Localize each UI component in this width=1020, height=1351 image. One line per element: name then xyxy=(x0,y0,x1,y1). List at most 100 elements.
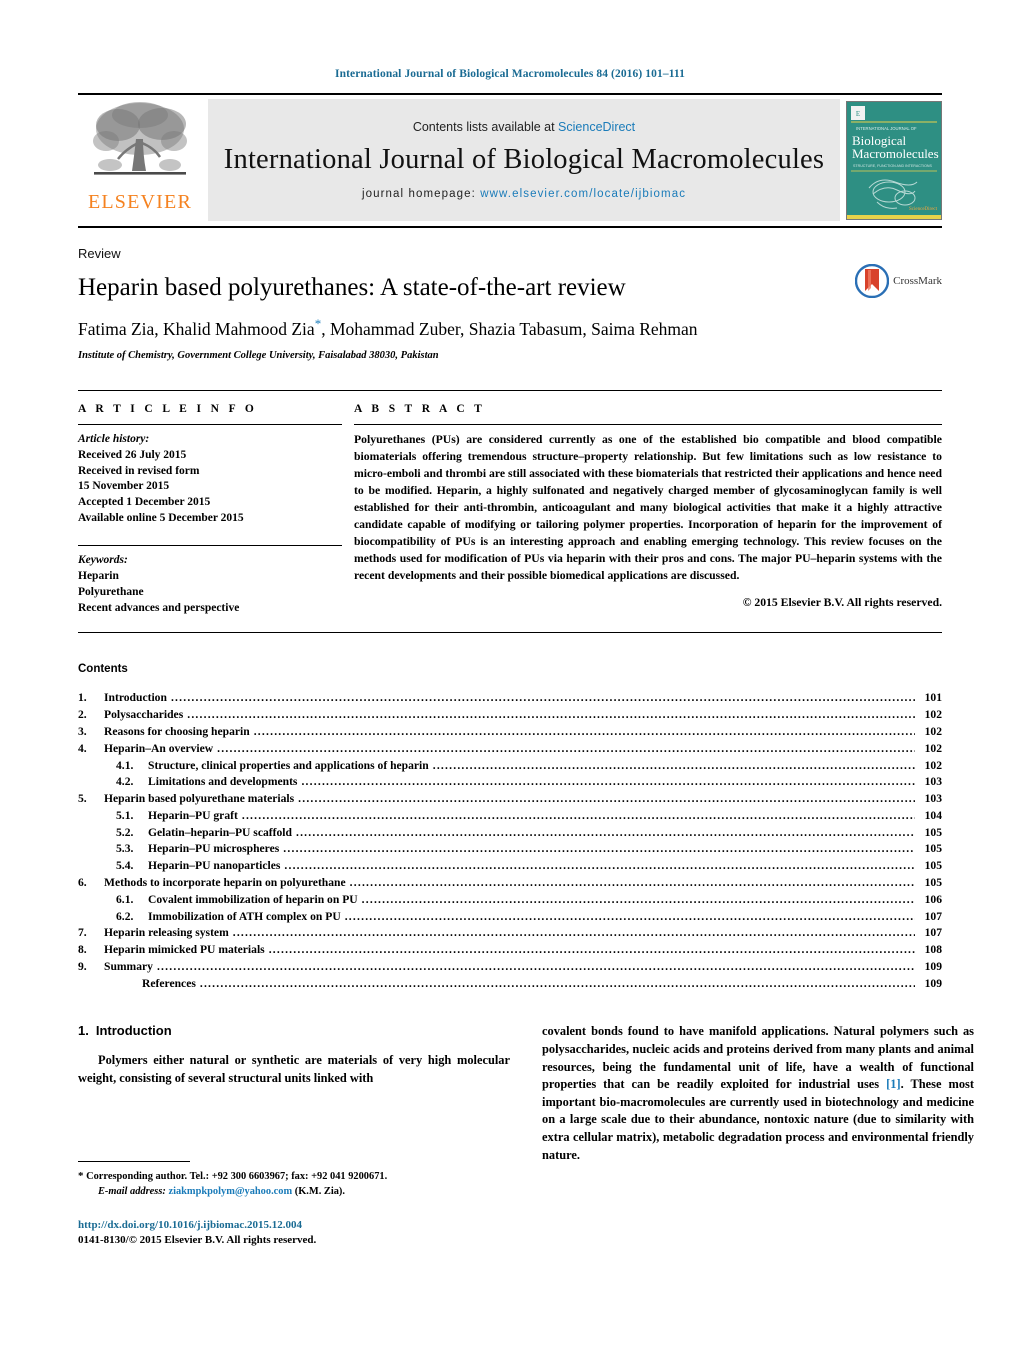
doi-block: http://dx.doi.org/10.1016/j.ijbiomac.201… xyxy=(78,1218,578,1249)
toc-entry-number: 4.1. xyxy=(116,758,134,772)
section-number: 1. xyxy=(78,1023,89,1039)
toc-leader-dots: ........................................… xyxy=(232,927,915,939)
toc-entry[interactable]: 3. Reasons for choosing heparin..........… xyxy=(78,726,942,738)
toc-leader-dots: ........................................… xyxy=(253,725,915,738)
toc-leader-dots: ........................................… xyxy=(349,877,915,889)
toc-entry-page: 105 xyxy=(924,825,942,839)
toc-entry-label: Methods to incorporate heparin on polyur… xyxy=(104,876,346,890)
keywords-block: Keywords: Heparin Polyurethane Recent ad… xyxy=(78,544,342,616)
toc-entry[interactable]: 9. Summary...............................… xyxy=(78,961,942,973)
keywords-label: Keywords: xyxy=(78,553,128,566)
keyword-item: Polyurethane xyxy=(78,585,144,598)
toc-entry[interactable]: 7. Heparin releasing system..............… xyxy=(78,927,942,939)
toc-entry[interactable]: 4. Heparin–An overview...................… xyxy=(78,743,942,755)
article-history-item: Available online 5 December 2015 xyxy=(78,512,244,525)
toc-leader-dots: ........................................… xyxy=(268,944,915,956)
toc-leader-dots: ........................................… xyxy=(156,960,915,973)
toc-entry[interactable]: 6. Methods to incorporate heparin on poly… xyxy=(78,877,942,889)
article-history-item: Accepted 1 December 2015 xyxy=(78,496,211,509)
email-address-label: E-mail address: xyxy=(98,1185,166,1197)
journal-masthead: ELSEVIER Contents lists available at Sci… xyxy=(78,93,942,228)
toc-entry[interactable]: 4.2. Limitations and developments........… xyxy=(78,776,942,788)
toc-entry[interactable]: 1. Introduction..........................… xyxy=(78,692,942,704)
toc-entry[interactable]: 2. Polysaccharides.......................… xyxy=(78,709,942,721)
keywords-rule xyxy=(78,544,342,546)
elsevier-wordmark: ELSEVIER xyxy=(87,191,193,213)
citation-link-1[interactable]: [1] xyxy=(886,1077,900,1091)
toc-leader-dots: ........................................… xyxy=(241,809,915,822)
toc-entry[interactable]: 5.3. Heparin–PU microspheres.............… xyxy=(78,843,942,855)
article-history-item: 15 November 2015 xyxy=(78,480,170,493)
body-column-right: covalent bonds found to have manifold ap… xyxy=(542,1023,974,1164)
author-list: Fatima Zia, Khalid Mahmood Zia*, Mohamma… xyxy=(78,316,942,340)
journal-cover-thumbnail: E INTERNATIONAL JOURNAL OF Biological Ma… xyxy=(846,101,942,220)
toc-entry-number: 5.3. xyxy=(116,842,134,856)
toc-entry[interactable]: 4.1. Structure, clinical properties and a… xyxy=(78,758,942,772)
toc-entry-label: Summary xyxy=(104,959,153,973)
toc-entry-page: 102 xyxy=(924,724,942,738)
toc-entry[interactable]: 6.1. Covalent immobilization of heparin o… xyxy=(78,894,942,906)
authors-primary: Fatima Zia, Khalid Mahmood Zia xyxy=(78,318,315,339)
toc-entry-page: 103 xyxy=(924,775,942,789)
toc-entry[interactable]: 6.2. Immobilization of ATH complex on PU.… xyxy=(78,910,942,923)
toc-leader-dots: ........................................… xyxy=(284,860,915,872)
toc-entry-label: Limitations and developments xyxy=(148,775,298,789)
toc-entry-number: 9. xyxy=(78,959,87,973)
footnote-marker: * xyxy=(78,1170,84,1182)
corresponding-author-footnote: * Corresponding author. Tel.: +92 300 66… xyxy=(78,1161,510,1200)
toc-leader-dots: ........................................… xyxy=(301,776,915,788)
toc-entry-page: 101 xyxy=(924,691,942,705)
article-history-item: Received 26 July 2015 xyxy=(78,448,187,461)
toc-entry-label: Heparin–PU nanoparticles xyxy=(148,859,281,873)
toc-entry[interactable]: 5.4. Heparin–PU nanoparticles............… xyxy=(78,860,942,872)
sciencedirect-link[interactable]: ScienceDirect xyxy=(558,120,635,134)
toc-entry-page: 109 xyxy=(924,959,942,973)
crossmark-badge[interactable]: CrossMark xyxy=(855,264,942,298)
abstract-column: A B S T R A C T Polyurethanes (PUs) are … xyxy=(354,403,942,617)
toc-leader-dots: ........................................… xyxy=(295,826,915,839)
toc-entry[interactable]: 5.1. Heparin–PU graft....................… xyxy=(78,810,942,822)
article-history-item: Received in revised form xyxy=(78,464,200,477)
toc-entry-page: 105 xyxy=(924,876,942,890)
toc-entry-label: Heparin–PU microspheres xyxy=(148,842,280,856)
body-columns: 1. Introduction Polymers either natural o… xyxy=(78,1023,974,1164)
svg-text:E: E xyxy=(856,110,860,118)
running-head: International Journal of Biological Macr… xyxy=(335,68,685,80)
elsevier-tree-icon xyxy=(93,102,187,175)
elsevier-logo: ELSEVIER xyxy=(78,95,202,226)
article-type-label: Review xyxy=(78,246,121,261)
info-abstract-region: A R T I C L E I N F O Article history: R… xyxy=(78,389,942,634)
toc-entry-page: 108 xyxy=(924,943,942,957)
homepage-url-link[interactable]: www.elsevier.com/locate/ijbiomac xyxy=(480,188,686,200)
abstract-copyright: © 2015 Elsevier B.V. All rights reserved… xyxy=(742,595,942,609)
footnote-email-line: E-mail address: ziakmpkpolym@yahoo.com (… xyxy=(78,1185,510,1200)
toc-entry-label: Heparin based polyurethane materials xyxy=(104,792,295,806)
toc-entry-number: 5.4. xyxy=(116,859,134,873)
journal-homepage-line: journal homepage: www.elsevier.com/locat… xyxy=(362,188,686,200)
toc-entry[interactable]: 5. Heparin based polyurethane materials..… xyxy=(78,793,942,805)
footnote-contact-text: Corresponding author. Tel.: +92 300 6603… xyxy=(86,1171,388,1182)
toc-entry-page: 109 xyxy=(924,976,942,990)
toc-entry-number: 6. xyxy=(78,876,87,890)
email-link[interactable]: ziakmpkpolym@yahoo.com xyxy=(168,1186,292,1197)
article-title-block: Review Heparin based polyurethanes: A st… xyxy=(78,246,942,361)
toc-entry-label: Gelatin–heparin–PU scaffold xyxy=(148,825,292,839)
toc-entry-page: 105 xyxy=(924,859,942,873)
toc-entry-number: 6.1. xyxy=(116,892,134,906)
journal-title: International Journal of Biological Macr… xyxy=(223,143,825,175)
affiliation: Institute of Chemistry, Government Colle… xyxy=(78,349,439,361)
toc-entry-number: 8. xyxy=(78,943,87,957)
doi-link[interactable]: http://dx.doi.org/10.1016/j.ijbiomac.201… xyxy=(78,1218,578,1233)
toc-entry-label: Heparin mimicked PU materials xyxy=(104,943,265,957)
toc-entry[interactable]: References..............................… xyxy=(78,978,942,990)
homepage-label: journal homepage: xyxy=(361,188,481,201)
toc-entry-page: 106 xyxy=(924,892,942,906)
toc-entry[interactable]: 5.2. Gelatin–heparin–PU scaffold.........… xyxy=(78,827,942,839)
toc-entry[interactable]: 8. Heparin mimicked PU materials.........… xyxy=(78,944,942,956)
body-column-left: 1. Introduction Polymers either natural o… xyxy=(78,1023,510,1164)
journal-cover-art: E INTERNATIONAL JOURNAL OF Biological Ma… xyxy=(847,102,941,219)
page-title: Heparin based polyurethanes: A state-of-… xyxy=(78,274,626,301)
toc-entry-label: Polysaccharides xyxy=(104,708,184,722)
toc-entry-label: Reasons for choosing heparin xyxy=(104,724,250,738)
abstract-text: Polyurethanes (PUs) are considered curre… xyxy=(354,432,942,582)
